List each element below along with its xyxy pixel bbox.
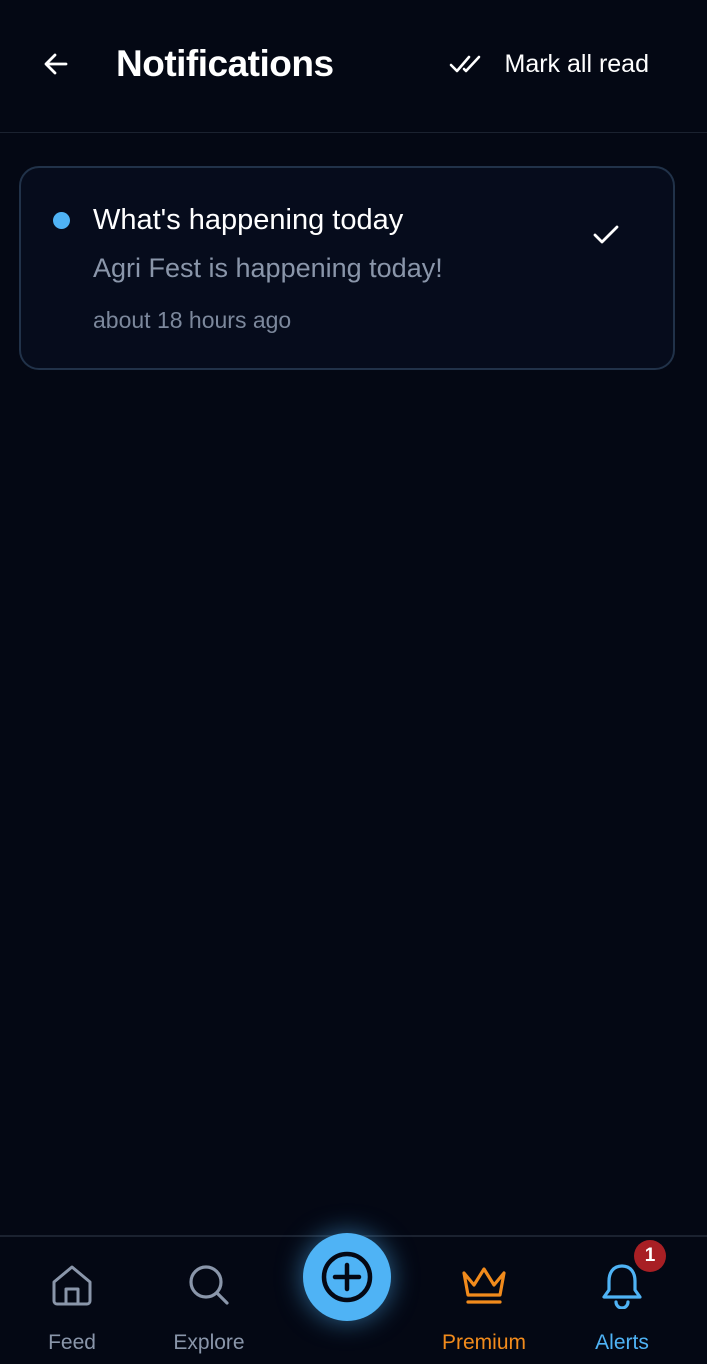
create-post-button[interactable] (303, 1233, 391, 1321)
check-icon (593, 225, 619, 244)
notification-timestamp: about 18 hours ago (93, 307, 292, 333)
nav-item-explore[interactable]: Explore (144, 1237, 274, 1364)
notification-card[interactable]: What's happening today Agri Fest is happ… (19, 166, 675, 370)
double-check-icon (449, 52, 483, 76)
nav-label-premium: Premium (441, 1331, 526, 1354)
mark-all-read-button[interactable]: Mark all read (449, 44, 650, 84)
back-button[interactable] (36, 44, 76, 84)
mark-all-read-label: Mark all read (504, 49, 650, 78)
arrow-left-icon (44, 53, 68, 75)
page-title: Notifications (116, 43, 334, 84)
nav-item-alerts[interactable]: Alerts (557, 1237, 687, 1364)
notifications-screen: Notifications Mark all read What's happe… (0, 0, 707, 1364)
mark-read-button[interactable] (589, 218, 623, 252)
notification-body: Agri Fest is happening today! (93, 253, 443, 283)
notification-title: What's happening today (93, 204, 404, 236)
home-icon (48, 1261, 96, 1309)
nav-item-feed[interactable]: Feed (7, 1237, 137, 1364)
nav-label-feed: Feed (48, 1331, 96, 1354)
crown-icon (460, 1261, 508, 1309)
nav-label-explore: Explore (173, 1331, 245, 1354)
unread-indicator (53, 212, 70, 229)
plus-circle-icon (321, 1251, 373, 1303)
alerts-badge: 1 (634, 1240, 666, 1272)
header: Notifications Mark all read (0, 0, 707, 133)
nav-label-alerts: Alerts (595, 1331, 649, 1354)
search-icon (185, 1261, 233, 1309)
nav-item-premium[interactable]: Premium (419, 1237, 549, 1364)
